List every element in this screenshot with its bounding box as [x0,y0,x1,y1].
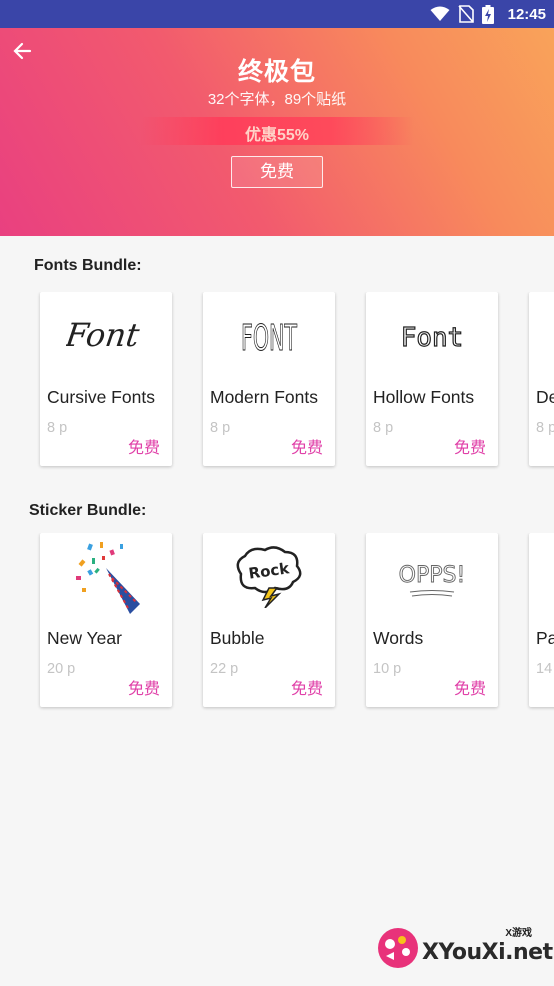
svg-text:FONT: FONT [241,318,298,359]
status-time: 12:45 [507,5,546,23]
card-name: Cursive Fonts [47,387,155,407]
watermark-small-text: X游戏 [505,928,532,939]
svg-text:OPPS!: OPPS! [399,563,466,588]
hollow-font-preview: Font [366,292,498,378]
font-card-cursive[interactable]: Font Cursive Fonts 8 p 免费 [40,292,172,466]
card-price: 免费 [290,440,323,457]
svg-text:Font: Font [401,323,464,353]
sticker-card-partial[interactable]: Pa 14 [529,533,554,707]
svg-text:Font: Font [66,316,142,354]
card-count: 8 p [47,420,68,436]
cursive-font-preview: Font [40,292,172,378]
discount-label: 优惠55% [244,127,310,144]
gamepad-logo-icon [378,928,418,968]
card-count: 8 p [210,420,231,436]
card-price: 免费 [127,440,160,457]
card-count: 10 p [373,661,402,677]
card-price: 免费 [290,681,323,698]
card-name: Pa [536,628,554,648]
card-name: New Year [47,628,122,648]
card-price: 免费 [127,681,160,698]
card-count: 14 [536,661,553,677]
card-count: 22 p [210,661,239,677]
card-count: 8 p [536,420,554,436]
font-card-modern[interactable]: FONT Modern Fonts 8 p 免费 [203,292,335,466]
free-button[interactable]: 免费 [231,156,323,188]
pack-subtitle: 32个字体，89个贴纸 [207,91,347,108]
sticker-bundle-list[interactable]: New Year 20 p 免费 Rock Bubble 22 p 免费 OPP… [0,533,554,715]
sticker-bundle-title: Sticker Bundle: [29,502,147,519]
battery-charging-icon [481,4,494,24]
pack-title: 终极包 [237,58,316,86]
pack-header: 终极包 32个字体，89个贴纸 优惠55% 免费 [0,28,554,236]
sticker-card-bubble[interactable]: Rock Bubble 22 p 免费 [203,533,335,707]
rock-bubble-icon: Rock [203,533,335,619]
status-icons: 12:45 [430,4,546,24]
status-bar: 12:45 [0,0,554,28]
font-card-hollow[interactable]: Font Hollow Fonts 8 p 免费 [366,292,498,466]
fonts-bundle-title: Fonts Bundle: [34,257,142,274]
card-price: 免费 [453,681,486,698]
oops-word-icon: OPPS! [366,533,498,619]
card-count: 8 p [373,420,394,436]
card-name: De [536,387,554,407]
card-price: 免费 [453,440,486,457]
watermark: X游戏 XYouXi.net [376,924,553,972]
wifi-icon [430,6,450,21]
fonts-bundle-list[interactable]: Font Cursive Fonts 8 p 免费 FONT Modern Fo… [0,292,554,474]
sticker-card-new-year[interactable]: New Year 20 p 免费 [40,533,172,707]
font-card-partial[interactable]: De 8 p [529,292,554,466]
watermark-text: XYouXi.net [422,940,553,965]
party-popper-icon [40,533,172,619]
card-count: 20 p [47,661,76,677]
no-sim-icon [458,5,474,23]
card-name: Bubble [210,628,265,648]
card-name: Modern Fonts [210,387,318,407]
card-name: Hollow Fonts [373,387,475,407]
sticker-card-words[interactable]: OPPS! Words 10 p 免费 [366,533,498,707]
card-name: Words [373,628,424,648]
modern-font-preview: FONT [203,292,335,378]
